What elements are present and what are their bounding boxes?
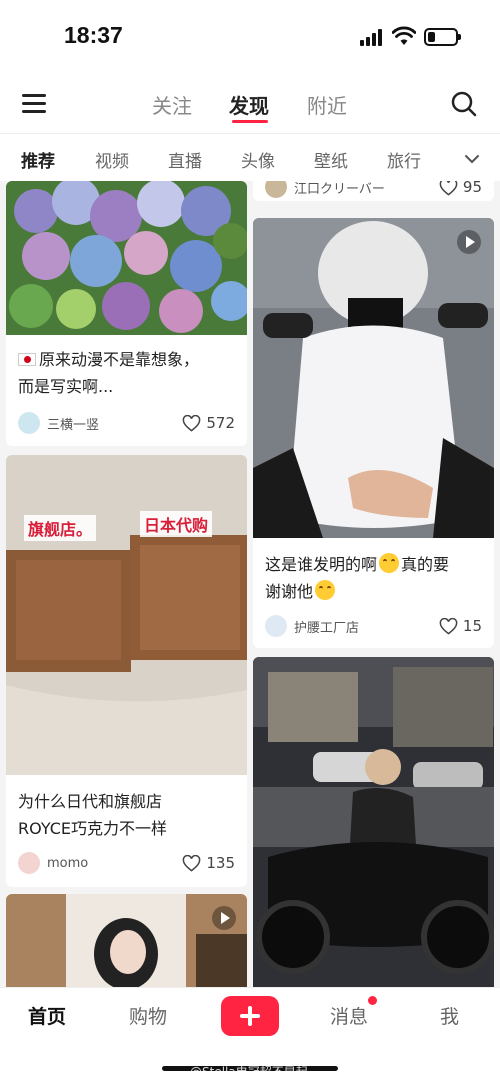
card-image-portrait: [6, 894, 247, 987]
grin-emoji-icon: [379, 553, 400, 573]
video-play-icon: [457, 230, 481, 254]
category-avatar[interactable]: 头像: [241, 147, 275, 172]
menu-icon[interactable]: [22, 92, 48, 114]
note-card[interactable]: 江口クリーバー 95: [253, 181, 494, 201]
tab-discover[interactable]: 发现: [229, 90, 269, 119]
card-author[interactable]: 护腰工厂店: [265, 614, 359, 638]
card-author[interactable]: 三横一竖: [18, 411, 99, 435]
search-icon[interactable]: [450, 90, 478, 118]
like-button[interactable]: 572: [182, 411, 235, 435]
wifi-icon: [392, 26, 416, 45]
cellular-signal-icon: [360, 29, 384, 46]
note-card[interactable]: 这是谁发明的啊 真的要 谢谢他 护腰工厂店 15: [253, 218, 494, 648]
sticker-label: 旗舰店。: [24, 515, 97, 541]
active-tab-indicator: [232, 120, 268, 123]
card-title: 这是谁发明的啊 真的要 谢谢他: [265, 553, 450, 601]
note-card[interactable]: [6, 894, 247, 987]
like-count: 15: [462, 617, 482, 635]
category-travel[interactable]: 旅行: [387, 147, 421, 172]
tab-me[interactable]: 我: [440, 1002, 459, 1029]
note-card[interactable]: 原来动漫不是靠想象， 而是写实啊... 三横一竖 572: [6, 181, 247, 446]
feed[interactable]: 原来动漫不是靠想象， 而是写实啊... 三横一竖 572 江口クリーバー 95: [0, 181, 500, 987]
category-video[interactable]: 视频: [95, 147, 129, 172]
tab-nearby[interactable]: 附近: [307, 90, 347, 119]
card-title: 为什么日代和旗舰店 ROYCE巧克力不一样: [18, 792, 168, 838]
japan-flag-icon: [18, 353, 36, 366]
like-count: 135: [206, 854, 235, 872]
top-nav: 关注 发现 附近: [0, 72, 500, 134]
category-bar: 推荐 视频 直播 头像 壁纸 旅行: [0, 135, 500, 181]
create-post-button[interactable]: [221, 996, 279, 1036]
category-live[interactable]: 直播: [168, 147, 202, 172]
avatar: [265, 181, 287, 198]
card-title: 原来动漫不是靠想象， 而是写实啊...: [18, 350, 200, 396]
note-card[interactable]: 旗舰店。 日本代购 为什么日代和旗舰店 ROYCE巧克力不一样 momo 135: [6, 455, 247, 887]
upside-down-emoji-icon: [315, 580, 336, 600]
watermark: @Stella电冠超不早起: [190, 1065, 308, 1079]
like-button[interactable]: 15: [439, 614, 482, 638]
heart-icon: [183, 414, 201, 432]
card-author[interactable]: momo: [18, 851, 88, 875]
tab-shop[interactable]: 购物: [129, 1002, 167, 1029]
heart-icon: [183, 854, 201, 872]
chevron-down-icon[interactable]: [462, 149, 482, 169]
avatar: [265, 615, 287, 637]
heart-icon: [439, 617, 458, 635]
like-button[interactable]: 135: [182, 851, 235, 875]
bottom-tab-bar: 首页 购物 消息 我 @Stella电冠超不早起: [0, 987, 500, 1084]
sticker-label: 日本代购: [140, 511, 213, 537]
card-image-motorbike: [253, 218, 494, 538]
category-wallpaper[interactable]: 壁纸: [314, 147, 348, 172]
card-author[interactable]: 江口クリーバー: [265, 181, 385, 199]
category-recommend[interactable]: 推荐: [21, 147, 55, 172]
avatar: [18, 412, 40, 434]
video-play-icon: [212, 906, 236, 930]
heart-icon: [439, 181, 458, 196]
card-image-street-motorcycle: [253, 657, 494, 987]
card-image-chocolate-boxes: [6, 455, 247, 775]
avatar: [18, 852, 40, 874]
notification-dot: [368, 996, 377, 1005]
tab-follow[interactable]: 关注: [152, 90, 192, 119]
status-time: 18:37: [64, 22, 123, 48]
card-image-hydrangeas: [6, 181, 247, 335]
tab-messages[interactable]: 消息: [330, 1002, 368, 1029]
tab-home[interactable]: 首页: [28, 1002, 66, 1029]
status-bar: 18:37: [0, 0, 500, 72]
like-button[interactable]: 95: [439, 181, 482, 199]
battery-icon: [424, 28, 461, 46]
like-count: 572: [206, 414, 235, 432]
note-card[interactable]: [253, 657, 494, 987]
like-count: 95: [462, 181, 482, 196]
